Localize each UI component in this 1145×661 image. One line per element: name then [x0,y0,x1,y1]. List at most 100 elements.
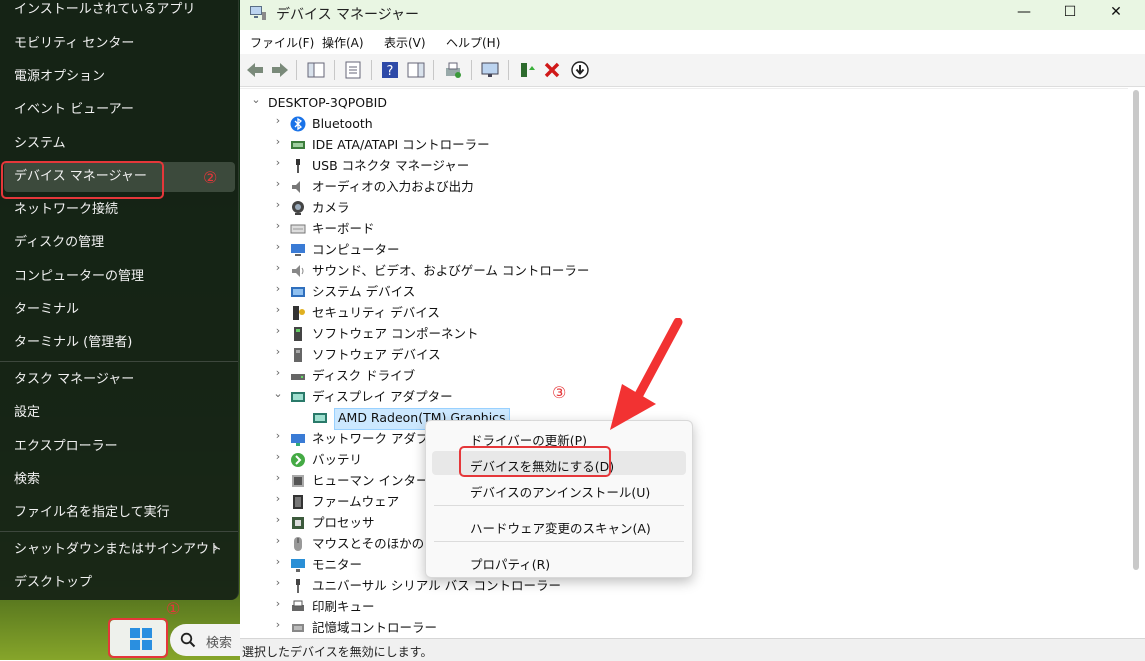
tree-category[interactable]: システム デバイス [312,282,415,302]
highlight-box-start [108,618,168,658]
tree-category[interactable]: キーボード [312,219,375,239]
tree-category[interactable]: カメラ [312,198,350,218]
tree-category[interactable]: モニター [312,555,362,575]
chevron-right-icon[interactable]: › [272,597,284,617]
chevron-right-icon[interactable]: › [272,303,284,323]
scan-hardware-icon[interactable] [480,60,500,80]
battery-icon [291,453,305,467]
winx-item-explorer[interactable]: エクスプローラー [14,437,118,457]
winx-item-task-manager[interactable]: タスク マネージャー [14,370,134,390]
winx-item-computer-management[interactable]: コンピューターの管理 [14,267,144,287]
menu-view[interactable]: 表示(V) [384,34,426,51]
properties-icon[interactable] [343,60,363,80]
vertical-scrollbar[interactable] [1133,90,1139,570]
tree-category[interactable]: ディスク ドライブ [312,366,415,386]
chevron-down-icon[interactable]: ⌄ [250,93,262,113]
tree-category[interactable]: セキュリティ デバイス [312,303,440,323]
context-properties[interactable]: プロパティ(R) [470,554,550,573]
chevron-right-icon[interactable]: › [272,177,284,197]
chevron-right-icon[interactable]: › [272,618,284,638]
close-button[interactable]: ✕ [1093,0,1139,26]
chevron-right-icon[interactable]: › [272,471,284,491]
back-arrow-icon[interactable] [245,60,265,80]
winx-item-terminal[interactable]: ターミナル [14,300,79,320]
tree-category[interactable]: ユニバーサル シリアル バス コントローラー [312,576,561,596]
maximize-button[interactable]: ☐ [1047,0,1093,26]
tree-category[interactable]: ディスプレイ アダプター [312,387,453,407]
winx-item-event-viewer[interactable]: イベント ビューアー [14,100,134,120]
tree-category[interactable]: サウンド、ビデオ、およびゲーム コントローラー [312,261,589,281]
uninstall-x-icon[interactable] [542,60,562,80]
chevron-right-icon[interactable]: › [272,576,284,596]
chevron-down-icon[interactable]: ⌄ [272,387,284,407]
chevron-right-icon[interactable]: › [272,345,284,365]
winx-item-disk-management[interactable]: ディスクの管理 [14,233,104,253]
winx-item-power-options[interactable]: 電源オプション [14,67,105,87]
winx-item-system[interactable]: システム [14,134,66,154]
chevron-right-icon[interactable]: › [272,534,284,554]
menu-help[interactable]: ヘルプ(H) [446,34,500,51]
context-divider [434,541,684,542]
chevron-right-icon[interactable]: › [272,513,284,533]
chevron-right-icon[interactable]: › [272,492,284,512]
forward-arrow-icon[interactable] [270,60,290,80]
winx-item-mobility-center[interactable]: モビリティ センター [14,34,134,54]
chevron-right-icon[interactable]: › [272,114,284,134]
minimize-button[interactable]: — [1001,0,1047,26]
toolbar-divider [371,60,372,80]
winx-item-settings[interactable]: 設定 [14,403,40,423]
winx-item-network-connections[interactable]: ネットワーク接続 [14,200,118,220]
chevron-right-icon[interactable]: › [272,555,284,575]
chevron-right-icon[interactable]: › [272,282,284,302]
toolbar-divider [471,60,472,80]
tree-category[interactable]: ファームウェア [312,492,399,512]
winx-item-search[interactable]: 検索 [14,470,40,490]
tree-category[interactable]: 印刷キュー [312,597,375,617]
tree-category[interactable]: IDE ATA/ATAPI コントローラー [312,135,490,155]
context-uninstall-device[interactable]: デバイスのアンインストール(U) [470,482,650,501]
processor-icon [292,517,304,529]
chevron-right-icon[interactable]: › [272,135,284,155]
context-scan-hardware[interactable]: ハードウェア変更のスキャン(A) [470,518,651,537]
print-icon[interactable] [443,60,463,80]
taskbar-search[interactable]: 検索 [170,624,250,656]
chevron-right-icon[interactable]: › [272,429,284,449]
toolbar-divider [508,60,509,80]
winx-item-run[interactable]: ファイル名を指定して実行 [14,503,170,523]
chevron-right-icon: › [213,540,219,556]
winx-item-terminal-admin[interactable]: ターミナル (管理者) [14,333,132,353]
chevron-right-icon[interactable]: › [272,324,284,344]
context-divider [434,505,684,506]
tree-category[interactable]: プロセッサ [312,513,375,533]
chevron-right-icon[interactable]: › [272,156,284,176]
chevron-right-icon[interactable]: › [272,366,284,386]
help-icon[interactable]: ? [380,60,400,80]
winx-item-shutdown[interactable]: シャットダウンまたはサインアウト [14,540,222,560]
chevron-right-icon[interactable]: › [272,261,284,281]
action-pane-icon[interactable] [406,60,426,80]
tree-category[interactable]: バッテリ [312,450,362,470]
winx-item-installed-apps[interactable]: インストールされているアプリ [14,0,195,20]
disable-device-icon[interactable] [570,60,590,80]
chevron-right-icon[interactable]: › [272,198,284,218]
chevron-right-icon[interactable]: › [272,240,284,260]
step-1-marker: ① [166,599,181,618]
tree-root-computer[interactable]: DESKTOP-3QPOBID [268,93,387,113]
chevron-right-icon[interactable]: › [272,219,284,239]
update-driver-icon[interactable] [517,60,537,80]
chevron-right-icon[interactable]: › [272,450,284,470]
winx-menu: インストールされているアプリ モビリティ センター 電源オプション イベント ビ… [0,0,239,600]
tree-category[interactable]: 記憶域コントローラー [312,618,437,638]
tree-category[interactable]: ソフトウェア デバイス [312,345,441,365]
tree-category[interactable]: USB コネクタ マネージャー [312,156,469,176]
winx-item-desktop[interactable]: デスクトップ [14,573,92,593]
menu-file[interactable]: ファイル(F) [250,34,314,51]
software-device-icon [294,348,302,362]
tree-category[interactable]: オーディオの入力および出力 [312,177,474,197]
tree-category[interactable]: Bluetooth [312,114,373,134]
tree-category[interactable]: ソフトウェア コンポーネント [312,324,478,344]
menu-action[interactable]: 操作(A) [322,34,364,51]
mouse-icon [294,537,302,551]
tree-category[interactable]: コンピューター [312,240,400,260]
show-hide-tree-icon[interactable] [306,60,326,80]
